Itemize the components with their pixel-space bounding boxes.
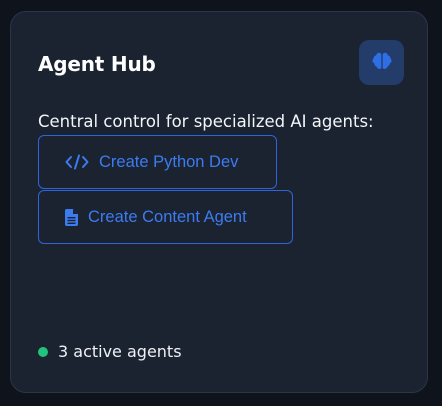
status-row: 3 active agents [38, 342, 182, 361]
agent-hub-card: Agent Hub Central control for specialize… [10, 11, 428, 393]
create-content-agent-label: Create Content Agent [88, 207, 247, 226]
card-title: Agent Hub [38, 52, 156, 76]
create-python-dev-label: Create Python Dev [99, 152, 239, 171]
code-icon [65, 154, 89, 170]
create-python-dev-button[interactable]: Create Python Dev [38, 135, 277, 189]
file-icon [65, 208, 78, 226]
card-description: Central control for specialized AI agent… [38, 112, 374, 131]
status-text: 3 active agents [58, 342, 182, 361]
brain-icon [372, 52, 392, 74]
status-indicator-dot [38, 346, 48, 357]
create-content-agent-button[interactable]: Create Content Agent [38, 190, 293, 244]
agent-hub-icon-button[interactable] [359, 40, 404, 85]
